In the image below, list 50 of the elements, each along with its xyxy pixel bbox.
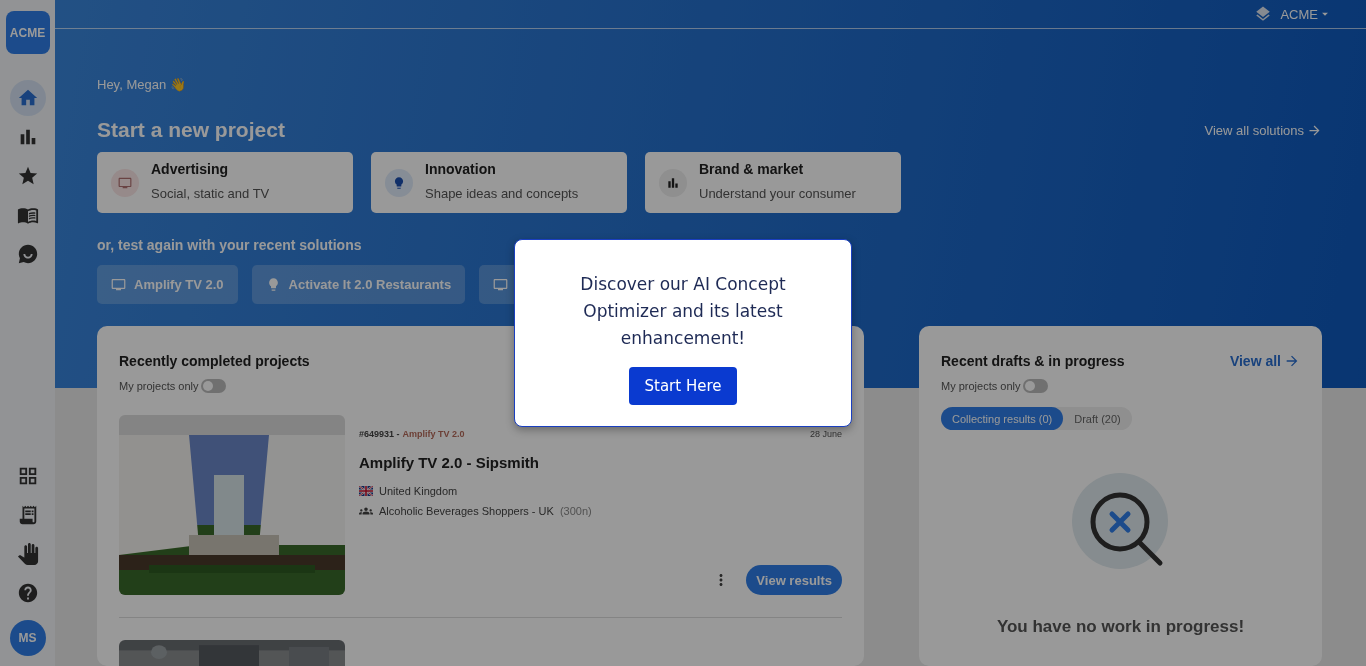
- toggle-label: My projects only: [119, 380, 199, 392]
- tab[interactable]: Collecting results (0): [941, 407, 1064, 430]
- toggle-switch[interactable]: [1023, 379, 1049, 393]
- solution-card[interactable]: Brand & market Understand your consumer: [645, 152, 901, 213]
- hand-icon: [16, 543, 39, 565]
- solution-card[interactable]: Advertising Social, static and TV: [97, 152, 353, 213]
- workspace-menu[interactable]: ACME: [1280, 6, 1332, 22]
- bar-chart-icon: [659, 169, 687, 197]
- no-results-icon: [1072, 473, 1169, 570]
- empty-message: You have no work in progress!: [996, 617, 1245, 637]
- view-all-solutions-link[interactable]: View all solutions: [1204, 122, 1322, 138]
- country: United Kingdom: [379, 485, 458, 497]
- solution-card[interactable]: Innovation Shape ideas and concepts: [371, 152, 627, 213]
- greeting: Hey, Megan 👋: [97, 77, 187, 92]
- solution-name: Amplify TV 2.0: [402, 429, 465, 439]
- card-title: Brand & market: [699, 161, 805, 177]
- star-icon: [16, 165, 39, 187]
- tab[interactable]: Draft (20): [1063, 407, 1132, 430]
- avatar[interactable]: MS: [9, 620, 46, 656]
- project-date: 28 June: [809, 429, 842, 439]
- view-all-link[interactable]: View all: [1229, 353, 1300, 369]
- section-subtitle: or, test again with your recent solutions: [97, 237, 363, 253]
- monitor-icon: [111, 277, 126, 292]
- sample-size: (300n): [559, 505, 592, 517]
- card-title: Advertising: [151, 161, 229, 177]
- lightbulb-icon: [385, 169, 413, 197]
- card-subtitle: Understand your consumer: [699, 186, 856, 201]
- monitor-icon: [111, 169, 139, 197]
- layers-icon: [1254, 5, 1273, 23]
- project-name: Amplify TV 2.0 - Sipsmith: [359, 454, 541, 471]
- help-icon: [16, 582, 39, 604]
- card-title: Innovation: [425, 161, 497, 177]
- nav-item[interactable]: [9, 80, 46, 116]
- panel-title: Recent drafts & in progress: [941, 353, 1125, 369]
- toggle-label: My projects only: [941, 380, 1021, 392]
- flag-icon: [359, 486, 373, 496]
- card-subtitle: Social, static and TV: [151, 186, 270, 201]
- monitor-icon: [493, 277, 509, 292]
- view-results-button[interactable]: View results: [746, 565, 842, 595]
- arrow-icon: [1284, 353, 1300, 369]
- chat-bubble-icon: [16, 243, 39, 265]
- section-title: Start a new project: [97, 118, 285, 142]
- audience: Alcoholic Beverages Shoppers - UK: [379, 505, 554, 517]
- logo[interactable]: ACME: [5, 11, 50, 54]
- panel-title: Recently completed projects: [119, 353, 311, 369]
- toggle-switch[interactable]: [201, 379, 227, 393]
- start-here-button[interactable]: Start Here: [629, 367, 737, 405]
- project-id: #649931 -: [359, 429, 400, 439]
- card-subtitle: Shape ideas and concepts: [425, 186, 579, 201]
- dialog-message: Discover our AI Concept Optimizer and its latest enhancement!: [579, 273, 787, 350]
